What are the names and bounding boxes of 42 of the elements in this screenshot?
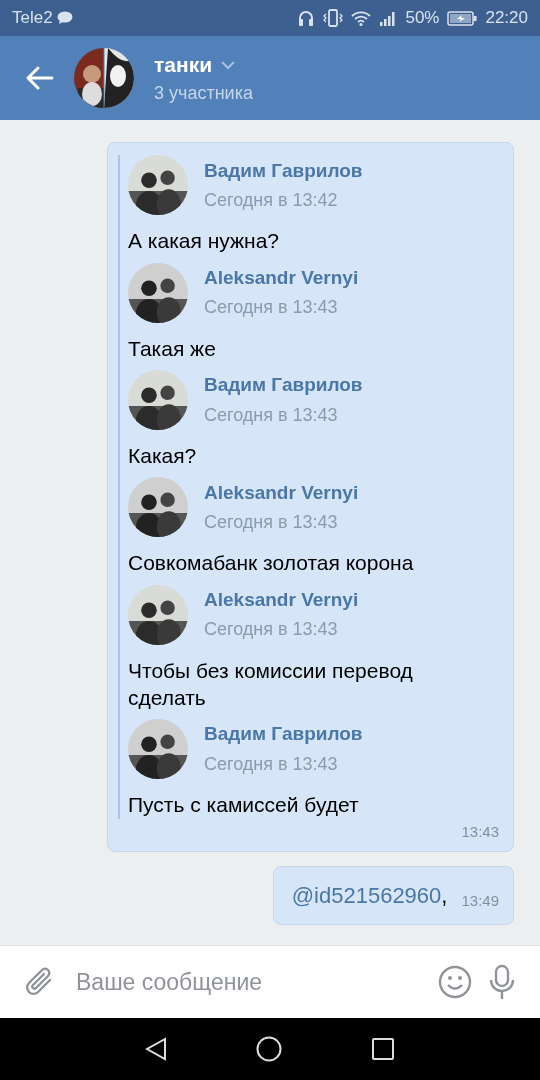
message-date: Сегодня в 13:42 <box>204 189 339 213</box>
message-date: Сегодня в 13:43 <box>204 752 339 776</box>
message-input[interactable]: Ваше сообщение <box>74 963 422 1001</box>
message-time: 13:43 <box>461 821 499 842</box>
chat-title: танки <box>154 51 213 78</box>
mention-link[interactable]: @id521562960 <box>291 879 442 912</box>
author-name[interactable]: Вадим Гаврилов <box>204 156 363 186</box>
battery-percent: 50% <box>405 7 440 30</box>
wifi-icon <box>351 10 372 26</box>
chevron-down-icon[interactable] <box>220 59 237 70</box>
composer-bar[interactable]: Ваше сообщение <box>0 945 540 1018</box>
back-icon[interactable] <box>144 1037 167 1061</box>
battery-icon <box>447 10 478 26</box>
author-name[interactable]: Aleksandr Vernyi <box>204 478 359 508</box>
message-date: Сегодня в 13:43 <box>204 296 339 320</box>
recent-apps-icon[interactable] <box>371 1037 396 1061</box>
message-time: 13:49 <box>461 890 499 911</box>
message-text: Какая? <box>128 443 198 469</box>
member-count: 3 участника <box>154 82 253 106</box>
headphones-icon <box>297 9 316 27</box>
clock-time: 22:20 <box>485 7 528 30</box>
author-name[interactable]: Aleksandr Vernyi <box>204 585 359 615</box>
home-icon[interactable] <box>256 1036 282 1062</box>
message-text: Пусть с камиссей будет <box>128 792 360 819</box>
author-name[interactable]: Вадим Гаврилов <box>204 371 363 400</box>
message-date: Сегодня в 13:43 <box>204 511 339 535</box>
message-date: Сегодня в 13:43 <box>204 403 339 427</box>
message-text: , <box>441 882 448 910</box>
emoji-icon[interactable] <box>438 965 472 999</box>
author-name[interactable]: Aleksandr Vernyi <box>204 263 359 293</box>
message-text: Совкомабанк золотая корона <box>128 550 415 577</box>
message-text: Такая же <box>128 335 217 362</box>
back-arrow-icon[interactable] <box>26 66 54 90</box>
message-text: Чтобы без комиссии перевод сделать <box>128 657 414 711</box>
message-text: А какая нужна? <box>128 228 281 255</box>
message-date: Сегодня в 13:43 <box>204 618 339 642</box>
vibrate-icon <box>323 9 344 27</box>
carrier-name: Tele2 <box>12 7 53 30</box>
author-name[interactable]: Вадим Гаврилов <box>204 720 363 749</box>
signal-icon <box>379 10 398 26</box>
microphone-icon[interactable] <box>488 964 516 1000</box>
chat-bubble-icon <box>56 11 73 25</box>
